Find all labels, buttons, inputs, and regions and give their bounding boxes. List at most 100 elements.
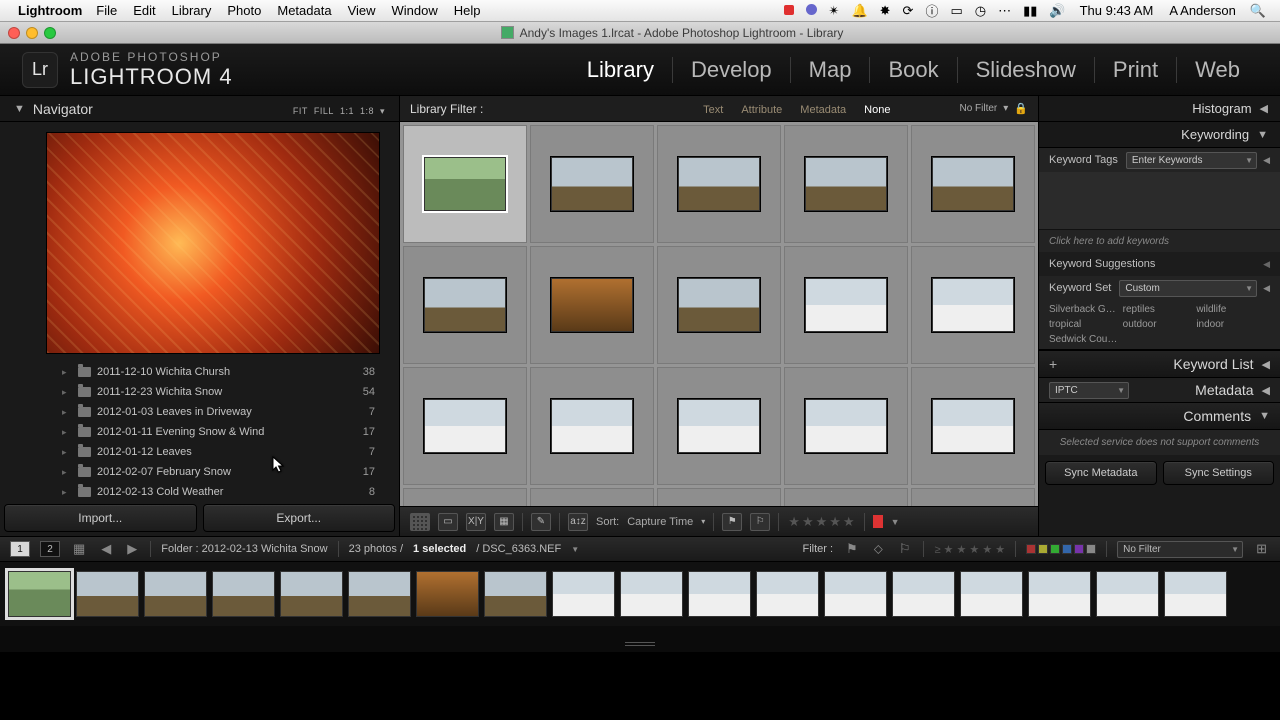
filmstrip-thumbnail[interactable] [8, 571, 71, 617]
grid-cell[interactable] [530, 488, 654, 506]
module-web[interactable]: Web [1177, 57, 1258, 83]
menuextra-app-icon[interactable] [806, 3, 817, 18]
thumbnail[interactable] [678, 278, 760, 332]
chevron-right-icon[interactable]: ▸ [62, 387, 67, 398]
filmstrip-thumbnail[interactable] [552, 571, 615, 617]
zoom-1:1[interactable]: 1:1 [340, 106, 354, 116]
filmstrip-thumbnail[interactable] [688, 571, 751, 617]
filter-preset-select[interactable]: No Filter▼ [1117, 541, 1243, 558]
menu-help[interactable]: Help [454, 3, 481, 18]
keyword-tags-mode-select[interactable]: Enter Keywords▼ [1126, 152, 1257, 169]
filter-lock-icon[interactable]: 🔒 [1014, 102, 1028, 115]
module-slideshow[interactable]: Slideshow [958, 57, 1094, 83]
menuextra-notifications-icon[interactable]: 🔔 [851, 3, 867, 19]
filmstrip-thumbnail[interactable] [960, 571, 1023, 617]
chevron-right-icon[interactable]: ▸ [62, 427, 67, 438]
menuextra-display-icon[interactable]: ▭ [950, 3, 962, 19]
folder-row[interactable]: ▸2012-01-11 Evening Snow & Wind17 [0, 422, 393, 442]
disclosure-triangle-icon[interactable]: ◀ [1260, 102, 1268, 115]
filter-lock-icon[interactable]: ⊞ [1256, 541, 1267, 557]
keyword-list-header[interactable]: +Keyword List◀ [1039, 350, 1280, 378]
keyword-set-item[interactable]: Sedwick Cou… [1049, 334, 1123, 345]
keywording-header[interactable]: Keywording▼ [1039, 122, 1280, 148]
filmstrip-thumbnail[interactable] [416, 571, 479, 617]
filmstrip-thumbnail[interactable] [280, 571, 343, 617]
folder-row[interactable]: ▸2012-02-07 February Snow17 [0, 462, 393, 482]
disclosure-triangle-icon[interactable]: ◀ [1262, 358, 1270, 371]
grid-cell[interactable] [403, 246, 527, 364]
metadata-header[interactable]: Metadata [1195, 382, 1253, 398]
menuextra-dropbox-icon[interactable]: ✸ [880, 3, 891, 19]
chevron-right-icon[interactable]: ▸ [62, 407, 67, 418]
secondary-display-2[interactable]: 2 [40, 541, 60, 557]
window-minimize-button[interactable] [26, 27, 38, 39]
grid-cell[interactable] [911, 367, 1035, 485]
filmstrip-thumbnail[interactable] [484, 571, 547, 617]
thumbnail[interactable] [678, 157, 760, 211]
chevron-left-icon[interactable]: ◀ [1263, 155, 1270, 166]
thumbnail[interactable] [932, 278, 1014, 332]
menuextra-volume-icon[interactable]: 🔊 [1049, 3, 1065, 19]
thumbnail[interactable] [805, 278, 887, 332]
keyword-set-item[interactable]: wildlife [1196, 304, 1270, 315]
keyword-set-item[interactable]: Silverback G… [1049, 304, 1123, 315]
menuextra-timemachine-icon[interactable]: ◷ [975, 3, 986, 19]
color-label-button[interactable] [873, 515, 883, 528]
filmstrip-thumbnail[interactable] [1028, 571, 1091, 617]
filter-tab-none[interactable]: None [864, 104, 890, 116]
chevron-left-icon[interactable]: ◀ [1263, 259, 1270, 270]
filmstrip-thumbnail[interactable] [348, 571, 411, 617]
thumbnail[interactable] [551, 278, 633, 332]
grid-cell[interactable] [784, 246, 908, 364]
grid-cell[interactable] [403, 488, 527, 506]
grid-cell[interactable] [784, 125, 908, 243]
keyword-set-item[interactable]: reptiles [1123, 304, 1197, 315]
navigator-header[interactable]: ▼ Navigator FITFILL1:11:8▾ [0, 96, 399, 122]
rating-filter[interactable]: ≥ ★ ★ ★ ★ ★ [934, 543, 1005, 556]
thumbnail[interactable] [424, 399, 506, 453]
menu-library[interactable]: Library [172, 3, 212, 18]
thumbnail[interactable] [932, 157, 1014, 211]
filter-tab-attribute[interactable]: Attribute [741, 104, 782, 116]
histogram-header[interactable]: Histogram◀ [1039, 96, 1280, 122]
keyword-set-item[interactable]: outdoor [1123, 319, 1197, 330]
filmstrip-thumbnail[interactable] [824, 571, 887, 617]
color-label-filter[interactable] [1026, 544, 1096, 554]
chevron-right-icon[interactable]: ▸ [62, 487, 67, 498]
filter-preset[interactable]: No Filter [959, 103, 997, 114]
folder-row[interactable]: ▸2012-01-12 Leaves7 [0, 442, 393, 462]
loupe-view-button[interactable]: ▭ [438, 513, 458, 531]
menuextra-more-icon[interactable]: ⋯ [998, 3, 1011, 19]
filter-tab-text[interactable]: Text [703, 104, 723, 116]
menuextra-accessibility-icon[interactable]: ⓘ [925, 1, 938, 20]
window-close-button[interactable] [8, 27, 20, 39]
metadata-preset-select[interactable]: IPTC▼ [1049, 382, 1129, 399]
menu-photo[interactable]: Photo [227, 3, 261, 18]
disclosure-triangle-icon[interactable]: ▼ [1259, 410, 1270, 422]
sort-direction-button[interactable]: a↕z [568, 513, 588, 531]
chevron-right-icon[interactable]: ▸ [62, 447, 67, 458]
filmstrip-thumbnail[interactable] [1096, 571, 1159, 617]
module-develop[interactable]: Develop [673, 57, 790, 83]
filmstrip-thumbnail[interactable] [620, 571, 683, 617]
flag-pick-button[interactable]: ⚑ [722, 513, 742, 531]
zoom-dropdown-icon[interactable]: ▾ [380, 106, 385, 116]
rating-stars[interactable]: ★★★★★ [787, 514, 855, 530]
flag-filter-rejected-icon[interactable]: ⚐ [899, 541, 911, 557]
grid-cell[interactable] [657, 488, 781, 506]
grid-view-button[interactable] [410, 513, 430, 531]
flag-reject-button[interactable]: ⚐ [750, 513, 770, 531]
grid-cell[interactable] [530, 367, 654, 485]
zoom-fill[interactable]: FILL [314, 106, 334, 116]
compare-view-button[interactable]: X|Y [466, 513, 486, 531]
menuextra-bluetooth-icon[interactable]: ✴ [829, 3, 840, 19]
filmstrip-thumbnail[interactable] [76, 571, 139, 617]
keyword-set-item[interactable]: indoor [1196, 319, 1270, 330]
disclosure-triangle-icon[interactable]: ◀ [1262, 384, 1270, 397]
flag-filter-unflagged-icon[interactable]: ⬦ [874, 541, 883, 557]
chevron-right-icon[interactable]: ▸ [62, 467, 67, 478]
filmstrip-thumbnail[interactable] [144, 571, 207, 617]
folder-row[interactable]: ▸2011-12-23 Wichita Snow54 [0, 382, 393, 402]
grid-cell[interactable] [403, 125, 527, 243]
keyword-textarea[interactable] [1039, 172, 1280, 230]
